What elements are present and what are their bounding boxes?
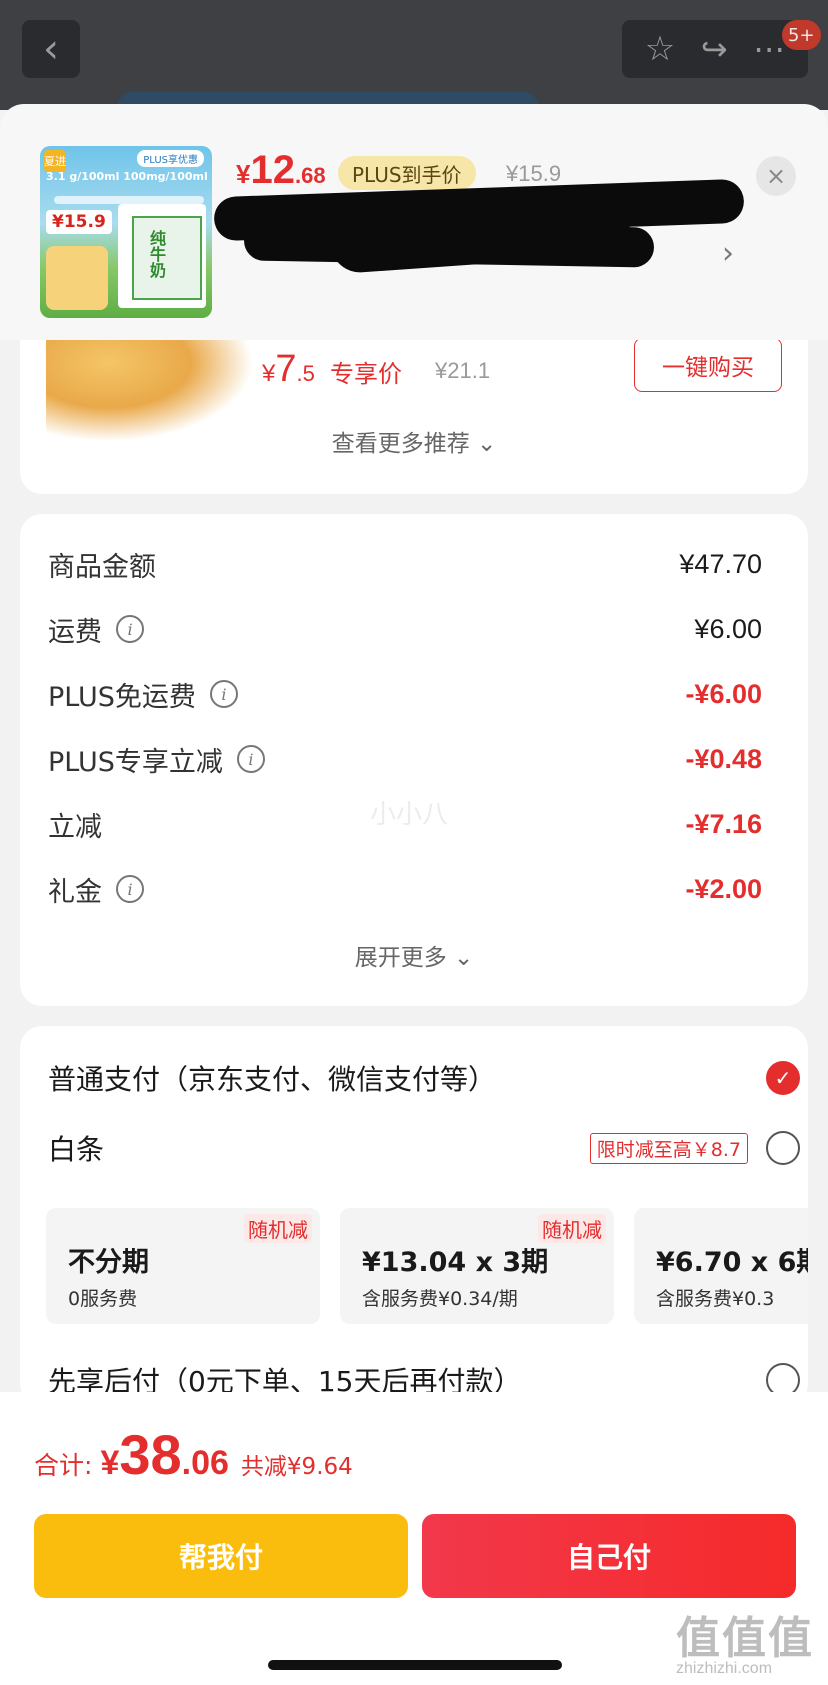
random-discount-badge: 随机减 — [244, 1214, 312, 1243]
total-saved: 共减¥9.64 — [240, 1454, 353, 1480]
installment-title: 不分期 — [68, 1247, 149, 1278]
summary-row-amount: ¥6.00 — [694, 613, 762, 644]
info-icon[interactable]: i — [209, 680, 238, 708]
installment-title: ¥6.70 x 6期 — [656, 1247, 808, 1278]
summary-row: 礼金 i -¥2.00 — [48, 869, 762, 909]
summary-row-amount: -¥7.16 — [685, 808, 762, 839]
help-me-pay-button[interactable]: 帮我付 — [34, 1514, 408, 1598]
installment-option[interactable]: ¥6.70 x 6期 含服务费¥0.3 — [634, 1208, 808, 1324]
payment-option-label: 白条 — [48, 1133, 105, 1166]
chevron-right-icon[interactable]: › — [722, 236, 734, 271]
thumb-price: ¥15.9 — [46, 210, 112, 234]
one-click-buy-button[interactable]: 一键购买 — [634, 338, 782, 392]
exclusive-price-tag: 专享价 — [330, 360, 402, 388]
installment-fee: 0服务费 — [68, 1288, 138, 1310]
recommended-price: ¥7.5 — [262, 348, 315, 390]
close-icon[interactable]: × — [756, 156, 796, 196]
expand-more-link[interactable]: 展开更多 ⌄ — [20, 938, 808, 972]
info-icon[interactable]: i — [236, 745, 265, 773]
random-discount-badge: 随机减 — [538, 1214, 606, 1243]
more-icon[interactable]: ⋯ — [753, 30, 785, 68]
installment-fee: 含服务费¥0.3 — [656, 1288, 775, 1310]
pay-myself-button[interactable]: 自己付 — [422, 1514, 796, 1598]
total-label: 合计: — [34, 1451, 93, 1480]
summary-row-amount: -¥0.48 — [685, 743, 762, 774]
info-icon[interactable]: i — [116, 615, 144, 643]
thumb-subline — [54, 196, 204, 204]
notification-badge: 5+ — [782, 20, 821, 50]
more-recommendations-link[interactable]: 查看更多推荐 ⌄ — [20, 424, 808, 458]
summary-row-amount: ¥47.70 — [679, 548, 762, 579]
product-summary-panel[interactable]: 夏进 PLUS享优惠 3.1 g/100ml 100mg/100ml ¥15.9… — [0, 104, 828, 340]
thumb-headline: 3.1 g/100ml 100mg/100ml — [46, 170, 208, 183]
baitiao-radio[interactable] — [766, 1131, 800, 1165]
site-watermark-logo: 值值值 — [676, 1613, 814, 1664]
summary-row-label: 商品金额 — [48, 551, 156, 583]
payment-method-card: 普通支付（京东支付、微信支付等） ✓ 白条 限时减至高￥8.7 随机减 不分期 … — [20, 1026, 808, 1406]
installment-title: ¥13.04 x 3期 — [362, 1247, 549, 1278]
recommended-original-price: ¥21.1 — [435, 358, 491, 383]
order-total: 合计: ¥38.06 共减¥9.64 — [34, 1423, 353, 1486]
payment-option-baitiao[interactable]: 白条 限时减至高￥8.7 — [48, 1126, 800, 1170]
summary-row-label: 礼金 — [48, 876, 102, 908]
original-price: ¥15.9 — [506, 161, 562, 186]
thumb-box-label: 纯牛奶 — [147, 230, 166, 278]
thumb-brand-logo: 夏进 — [44, 150, 66, 172]
site-watermark-url: zhizhizhi.com — [676, 1660, 773, 1677]
thumb-plus-label: PLUS享优惠 — [137, 150, 204, 167]
summary-row-amount: -¥2.00 — [685, 873, 762, 904]
installment-option[interactable]: 随机减 不分期 0服务费 — [46, 1208, 320, 1324]
summary-row: 运费 i ¥6.00 — [48, 609, 762, 649]
check-icon[interactable]: ✓ — [766, 1061, 800, 1095]
share-icon[interactable]: ↪ — [701, 30, 728, 68]
checkout-footer: 合计: ¥38.06 共减¥9.64 帮我付 自己付 值值值 zhizhizhi… — [0, 1392, 828, 1685]
summary-row-label: PLUS专享立减 — [48, 746, 223, 778]
summary-row-label: 立减 — [48, 811, 102, 843]
price-summary-card: 小小八 商品金额 ¥47.70 运费 i ¥6.00 PLUS免运费 i -¥6… — [20, 514, 808, 1006]
summary-row: PLUS专享立减 i -¥0.48 — [48, 739, 762, 779]
header-actions: ☆ ↪ ⋯ — [622, 20, 808, 78]
back-icon: ‹ — [43, 26, 59, 72]
payment-option-label: 普通支付（京东支付、微信支付等） — [48, 1063, 497, 1096]
product-thumbnail[interactable]: 夏进 PLUS享优惠 3.1 g/100ml 100mg/100ml ¥15.9… — [40, 146, 212, 318]
installment-fee: 含服务费¥0.34/期 — [362, 1288, 518, 1310]
summary-row-label: PLUS免运费 — [48, 681, 196, 713]
summary-row: 商品金额 ¥47.70 — [48, 544, 762, 584]
summary-row: PLUS免运费 i -¥6.00 — [48, 674, 762, 714]
installment-option[interactable]: 随机减 ¥13.04 x 3期 含服务费¥0.34/期 — [340, 1208, 614, 1324]
star-icon[interactable]: ☆ — [645, 29, 675, 69]
summary-row: 立减 -¥7.16 — [48, 804, 762, 844]
payment-option-normal[interactable]: 普通支付（京东支付、微信支付等） ✓ — [48, 1056, 800, 1100]
installment-options: 随机减 不分期 0服务费 随机减 ¥13.04 x 3期 含服务费¥0.34/期… — [46, 1208, 808, 1326]
home-indicator — [268, 1660, 562, 1670]
product-price: ¥12.68 — [236, 148, 326, 192]
header-bar: ‹ ☆ ↪ ⋯ 5+ — [0, 0, 828, 110]
summary-row-amount: -¥6.00 — [685, 678, 762, 709]
total-amount: 38 — [119, 1423, 182, 1486]
plus-price-tag: PLUS到手价 — [338, 156, 476, 190]
back-button[interactable]: ‹ — [22, 20, 80, 78]
thumb-food-image — [46, 246, 108, 310]
info-icon[interactable]: i — [116, 875, 144, 903]
summary-row-label: 运费 — [48, 616, 102, 648]
baitiao-promo-badge: 限时减至高￥8.7 — [589, 1132, 748, 1164]
